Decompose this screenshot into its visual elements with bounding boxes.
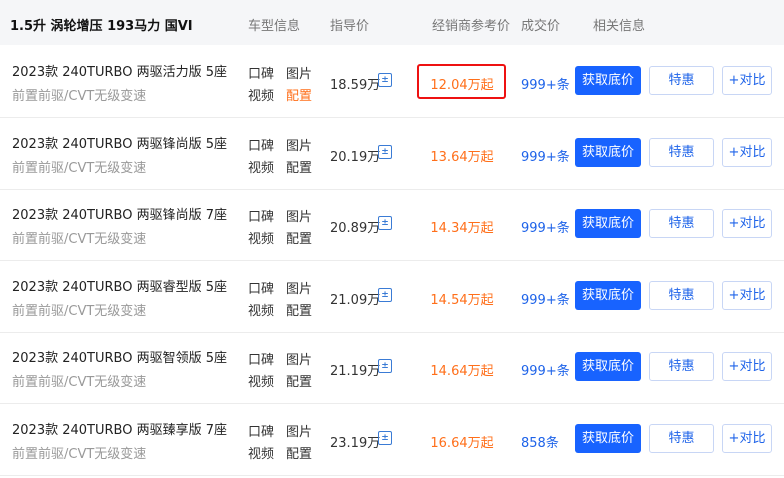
add-compare-button[interactable]: +对比 xyxy=(722,424,772,453)
model-spec: 前置前驱/CVT无级变速 xyxy=(12,447,147,462)
dealer-price[interactable]: 16.64万起 xyxy=(420,432,504,451)
video-link[interactable]: 视频 xyxy=(248,157,274,176)
special-offer-button[interactable]: 特惠 xyxy=(649,424,714,453)
model-name[interactable]: 2023款 240TURBO 两驱锋尚版 5座 xyxy=(12,133,227,152)
deal-count-link[interactable]: 999+条 xyxy=(521,74,570,93)
table-row: 2023款 240TURBO 两驱智领版 5座 前置前驱/CVT无级变速 口碑 … xyxy=(0,332,784,404)
config-link[interactable]: 配置 xyxy=(286,443,312,462)
col-header-info: 车型信息 xyxy=(248,19,301,34)
deal-count-link[interactable]: 999+条 xyxy=(521,360,570,379)
config-link[interactable]: 配置 xyxy=(286,371,312,390)
col-header-dealer: 经销商参考价 xyxy=(432,19,511,34)
special-offer-button[interactable]: 特惠 xyxy=(649,66,714,95)
pictures-link[interactable]: 图片 xyxy=(286,421,312,440)
koubei-link[interactable]: 口碑 xyxy=(248,349,274,368)
table-row: 2023款 240TURBO 两驱臻享版 7座 前置前驱/CVT无级变速 口碑 … xyxy=(0,404,784,476)
pictures-link[interactable]: 图片 xyxy=(286,278,312,297)
calculator-icon[interactable]: ± xyxy=(378,288,392,302)
model-name[interactable]: 2023款 240TURBO 两驱智领版 5座 xyxy=(12,347,227,366)
video-link[interactable]: 视频 xyxy=(248,228,274,247)
deal-count-link[interactable]: 999+条 xyxy=(521,146,570,165)
video-link[interactable]: 视频 xyxy=(248,300,274,319)
col-header-related: 相关信息 xyxy=(593,19,646,34)
dealer-price[interactable]: 14.34万起 xyxy=(420,217,504,236)
koubei-link[interactable]: 口碑 xyxy=(248,278,274,297)
pictures-link[interactable]: 图片 xyxy=(286,63,312,82)
col-header-msrp: 指导价 xyxy=(330,19,370,34)
add-compare-button[interactable]: +对比 xyxy=(722,281,772,310)
calculator-icon[interactable]: ± xyxy=(378,145,392,159)
special-offer-button[interactable]: 特惠 xyxy=(649,281,714,310)
table-row: 2023款 240TURBO 两驱活力版 5座 前置前驱/CVT无级变速 口碑 … xyxy=(0,46,784,118)
engine-group-title: 1.5升 涡轮增压 193马力 国VI xyxy=(10,19,193,34)
koubei-link[interactable]: 口碑 xyxy=(248,206,274,225)
calculator-icon[interactable]: ± xyxy=(378,216,392,230)
get-lowest-price-button[interactable]: 获取底价 xyxy=(575,424,641,453)
special-offer-button[interactable]: 特惠 xyxy=(649,352,714,381)
deal-count-link[interactable]: 999+条 xyxy=(521,289,570,308)
pictures-link[interactable]: 图片 xyxy=(286,349,312,368)
model-name[interactable]: 2023款 240TURBO 两驱睿型版 5座 xyxy=(12,276,227,295)
model-spec: 前置前驱/CVT无级变速 xyxy=(12,161,147,176)
special-offer-button[interactable]: 特惠 xyxy=(649,138,714,167)
msrp-price: 21.19万 xyxy=(330,364,381,379)
get-lowest-price-button[interactable]: 获取底价 xyxy=(575,352,641,381)
special-offer-button[interactable]: 特惠 xyxy=(649,209,714,238)
col-header-deal: 成交价 xyxy=(521,19,561,34)
model-spec: 前置前驱/CVT无级变速 xyxy=(12,304,147,319)
model-spec: 前置前驱/CVT无级变速 xyxy=(12,375,147,390)
get-lowest-price-button[interactable]: 获取底价 xyxy=(575,209,641,238)
deal-count-link[interactable]: 999+条 xyxy=(521,217,570,236)
calculator-icon[interactable]: ± xyxy=(378,359,392,373)
msrp-price: 23.19万 xyxy=(330,436,381,451)
add-compare-button[interactable]: +对比 xyxy=(722,209,772,238)
msrp-price: 20.89万 xyxy=(330,221,381,236)
get-lowest-price-button[interactable]: 获取底价 xyxy=(575,138,641,167)
model-name[interactable]: 2023款 240TURBO 两驱臻享版 7座 xyxy=(12,419,227,438)
get-lowest-price-button[interactable]: 获取底价 xyxy=(575,66,641,95)
msrp-price: 18.59万 xyxy=(330,78,381,93)
config-link[interactable]: 配置 xyxy=(286,300,312,319)
add-compare-button[interactable]: +对比 xyxy=(722,66,772,95)
add-compare-button[interactable]: +对比 xyxy=(722,352,772,381)
table-header: 1.5升 涡轮增压 193马力 国VI 车型信息 指导价 经销商参考价 成交价 … xyxy=(0,0,784,45)
dealer-price[interactable]: 14.64万起 xyxy=(420,360,504,379)
video-link[interactable]: 视频 xyxy=(248,443,274,462)
pictures-link[interactable]: 图片 xyxy=(286,206,312,225)
table-row: 2023款 240TURBO 两驱锋尚版 7座 前置前驱/CVT无级变速 口碑 … xyxy=(0,189,784,261)
calculator-icon[interactable]: ± xyxy=(378,73,392,87)
table-row: 2023款 240TURBO 两驱睿型版 5座 前置前驱/CVT无级变速 口碑 … xyxy=(0,261,784,333)
deal-count-link[interactable]: 858条 xyxy=(521,432,559,451)
dealer-price[interactable]: 14.54万起 xyxy=(420,289,504,308)
config-link[interactable]: 配置 xyxy=(286,85,312,104)
koubei-link[interactable]: 口碑 xyxy=(248,421,274,440)
msrp-price: 20.19万 xyxy=(330,150,381,165)
video-link[interactable]: 视频 xyxy=(248,85,274,104)
dealer-price[interactable]: 13.64万起 xyxy=(420,146,504,165)
video-link[interactable]: 视频 xyxy=(248,371,274,390)
model-spec: 前置前驱/CVT无级变速 xyxy=(12,232,147,247)
koubei-link[interactable]: 口碑 xyxy=(248,63,274,82)
dealer-price[interactable]: 12.04万起 xyxy=(420,74,504,93)
config-link[interactable]: 配置 xyxy=(286,228,312,247)
calculator-icon[interactable]: ± xyxy=(378,431,392,445)
get-lowest-price-button[interactable]: 获取底价 xyxy=(575,281,641,310)
table-row: 2023款 240TURBO 两驱锋尚版 5座 前置前驱/CVT无级变速 口碑 … xyxy=(0,118,784,190)
pictures-link[interactable]: 图片 xyxy=(286,135,312,154)
config-link[interactable]: 配置 xyxy=(286,157,312,176)
msrp-price: 21.09万 xyxy=(330,293,381,308)
add-compare-button[interactable]: +对比 xyxy=(722,138,772,167)
model-name[interactable]: 2023款 240TURBO 两驱活力版 5座 xyxy=(12,61,227,80)
model-name[interactable]: 2023款 240TURBO 两驱锋尚版 7座 xyxy=(12,204,227,223)
model-spec: 前置前驱/CVT无级变速 xyxy=(12,89,147,104)
koubei-link[interactable]: 口碑 xyxy=(248,135,274,154)
